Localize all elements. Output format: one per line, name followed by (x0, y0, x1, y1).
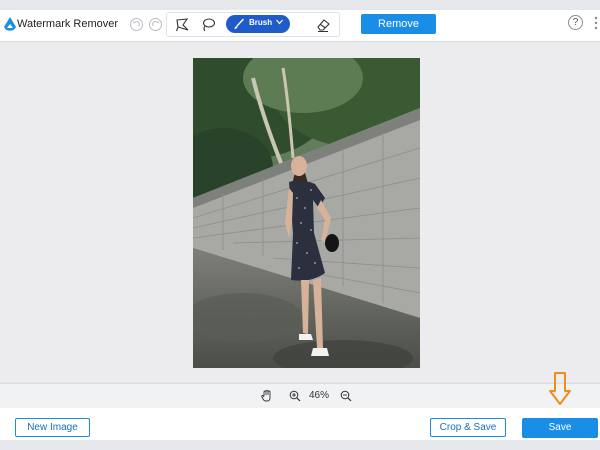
undo-button[interactable] (130, 18, 143, 31)
app-logo-icon (4, 17, 16, 31)
arrow-down-icon (549, 372, 571, 405)
brush-icon (234, 18, 245, 29)
undo-icon (133, 21, 140, 27)
chevron-down-icon (276, 19, 283, 25)
new-image-button[interactable]: New Image (15, 418, 90, 437)
crop-save-button[interactable]: Crop & Save (430, 418, 506, 437)
selection-tools: Brush (166, 12, 340, 37)
zoom-level: 46% (309, 390, 330, 401)
redo-button[interactable] (149, 18, 162, 31)
bottom-action-bar: New Image Crop & Save Save (0, 408, 600, 440)
save-button[interactable]: Save (522, 418, 598, 438)
help-button[interactable]: ? (568, 15, 583, 30)
zoom-out-icon[interactable] (340, 390, 352, 402)
brush-tool-dropdown[interactable]: Brush (226, 15, 290, 33)
hand-pan-icon[interactable] (261, 390, 272, 402)
redo-icon (152, 21, 159, 27)
remove-button[interactable]: Remove (361, 14, 436, 34)
uploaded-photo[interactable] (193, 58, 420, 368)
zoom-in-icon[interactable] (289, 390, 301, 402)
top-toolbar: Watermark Remover Brush Remove ? (0, 10, 600, 42)
lasso-icon[interactable] (200, 17, 216, 33)
brush-label: Brush (249, 18, 273, 27)
app-title: Watermark Remover (17, 18, 119, 30)
more-menu-icon[interactable] (593, 15, 599, 31)
zoom-bar: 46% (0, 383, 600, 408)
polygon-lasso-icon[interactable] (175, 17, 191, 33)
eraser-icon[interactable] (315, 17, 331, 33)
image-canvas[interactable] (0, 42, 600, 382)
photo-illustration (193, 58, 420, 368)
